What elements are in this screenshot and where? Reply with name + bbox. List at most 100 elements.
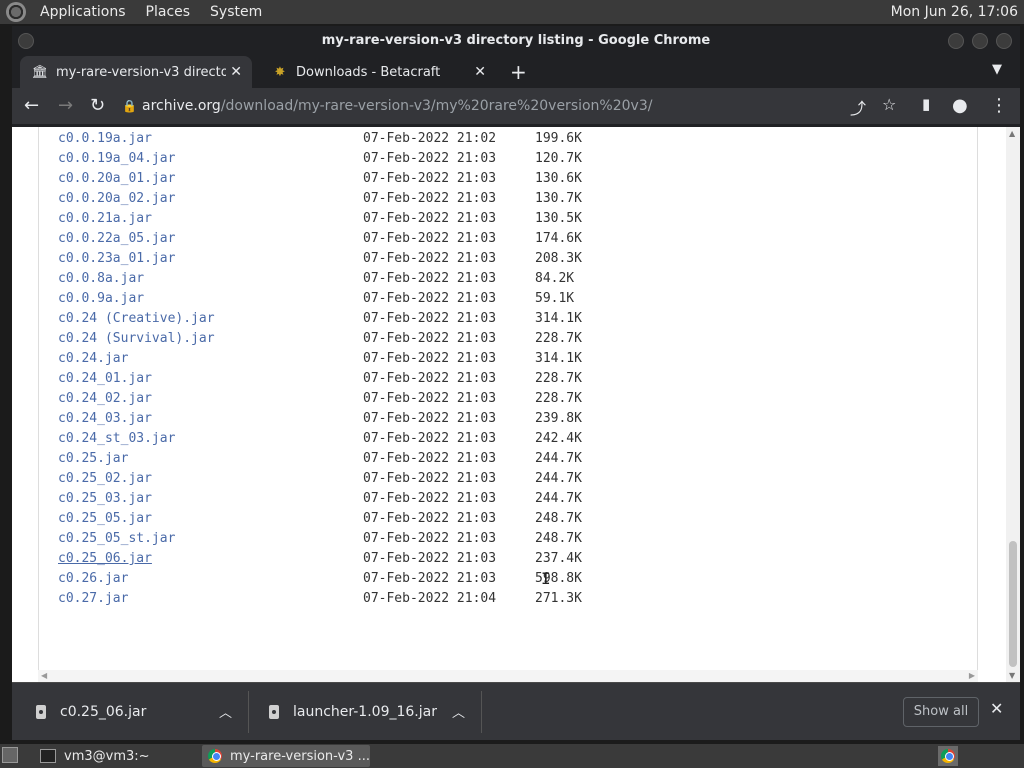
file-link[interactable]: c0.25_02.jar xyxy=(58,469,152,489)
file-link[interactable]: c0.0.19a_04.jar xyxy=(58,149,175,169)
file-size: 130.6K xyxy=(535,171,582,186)
forward-icon[interactable]: → xyxy=(58,95,73,116)
scroll-up-icon[interactable]: ▲ xyxy=(1009,129,1015,138)
share-icon[interactable]: ⤴ xyxy=(850,95,866,119)
download-item[interactable]: launcher-1.09_16.jar ︿ xyxy=(245,683,481,741)
toolbar: ← → ↻ 🔒 archive.org/download/my-rare-vers… xyxy=(12,88,1020,124)
file-date: 07-Feb-2022 21:03 xyxy=(363,211,497,226)
file-link[interactable]: c0.25_05.jar xyxy=(58,509,152,529)
task-chrome[interactable]: my-rare-version-v3 ... xyxy=(202,745,370,767)
scroll-right-icon[interactable]: ▶ xyxy=(969,671,975,680)
show-desktop-icon[interactable] xyxy=(2,747,18,763)
file-link[interactable]: c0.0.8a.jar xyxy=(58,269,144,289)
window-title: my-rare-version-v3 directory listing - G… xyxy=(321,33,711,48)
file-link[interactable]: c0.25_03.jar xyxy=(58,489,152,509)
file-size: 208.3K xyxy=(535,251,582,266)
task-terminal[interactable]: vm3@vm3:~ xyxy=(34,745,198,767)
file-link[interactable]: c0.25_05_st.jar xyxy=(58,529,175,549)
file-link[interactable]: c0.27.jar xyxy=(58,589,128,609)
file-date: 07-Feb-2022 21:03 xyxy=(363,511,497,526)
reload-icon[interactable]: ↻ xyxy=(90,95,105,116)
file-link[interactable]: c0.25_06.jar xyxy=(58,549,152,569)
betacraft-icon: ✸ xyxy=(274,64,286,80)
maximize-button[interactable] xyxy=(972,33,988,49)
window-menu-button[interactable] xyxy=(18,33,34,49)
close-tab-icon[interactable]: ✕ xyxy=(230,64,242,80)
chevron-up-icon[interactable]: ︿ xyxy=(219,702,232,721)
clock[interactable]: Mon Jun 26, 17:06 xyxy=(891,4,1018,20)
file-date: 07-Feb-2022 21:03 xyxy=(363,391,497,406)
file-link[interactable]: c0.0.23a_01.jar xyxy=(58,249,175,269)
show-all-button[interactable]: Show all xyxy=(903,697,979,727)
menu-kebab-icon[interactable]: ⋮ xyxy=(990,95,1008,116)
chevron-up-icon[interactable]: ︿ xyxy=(452,702,465,721)
close-icon[interactable]: ✕ xyxy=(990,699,1003,718)
file-date: 07-Feb-2022 21:03 xyxy=(363,371,497,386)
vertical-scrollbar[interactable]: ▲ ▼ xyxy=(1006,127,1020,682)
minimize-button[interactable] xyxy=(948,33,964,49)
tab-archive-listing[interactable]: 🏛 my-rare-version-v3 directory l ✕ xyxy=(20,56,252,88)
file-date: 07-Feb-2022 21:03 xyxy=(363,431,497,446)
file-size: 248.7K xyxy=(535,511,582,526)
file-date: 07-Feb-2022 21:03 xyxy=(363,471,497,486)
side-panel-icon[interactable]: ▮ xyxy=(922,95,930,113)
file-size: 248.7K xyxy=(535,531,582,546)
back-icon[interactable]: ← xyxy=(24,95,39,116)
file-link[interactable]: c0.0.21a.jar xyxy=(58,209,152,229)
chrome-window: my-rare-version-v3 directory listing - G… xyxy=(12,26,1020,740)
file-link[interactable]: c0.24_03.jar xyxy=(58,409,152,429)
horizontal-scrollbar[interactable]: ◀ ▶ xyxy=(38,670,978,682)
file-size: 244.7K xyxy=(535,471,582,486)
close-tab-icon[interactable]: ✕ xyxy=(474,64,486,80)
bookmark-star-icon[interactable]: ☆ xyxy=(882,95,896,114)
system-menu[interactable]: System xyxy=(204,4,268,20)
scrollbar-thumb[interactable] xyxy=(1009,541,1017,667)
file-size: 237.4K xyxy=(535,551,582,566)
profile-avatar-icon[interactable]: ● xyxy=(952,95,968,116)
file-date: 07-Feb-2022 21:04 xyxy=(363,591,497,606)
divider xyxy=(481,691,482,733)
system-panel: Applications Places System Mon Jun 26, 1… xyxy=(0,0,1024,24)
tab-search-chevron-icon[interactable]: ▼ xyxy=(992,62,1002,77)
file-size: 228.7K xyxy=(535,331,582,346)
page-content[interactable]: c0.0.19a.jar 07-Feb-2022 21:02 199.6K c0.0.… xyxy=(12,127,1020,682)
file-date: 07-Feb-2022 21:03 xyxy=(363,231,497,246)
file-link[interactable]: c0.24.jar xyxy=(58,349,128,369)
distro-logo-icon[interactable] xyxy=(6,2,26,22)
scroll-left-icon[interactable]: ◀ xyxy=(41,671,47,680)
file-date: 07-Feb-2022 21:03 xyxy=(363,331,497,346)
file-link[interactable]: c0.26.jar xyxy=(58,569,128,589)
file-link[interactable]: c0.24_01.jar xyxy=(58,369,152,389)
file-size: 199.6K xyxy=(535,131,582,146)
file-date: 07-Feb-2022 21:03 xyxy=(363,291,497,306)
file-date: 07-Feb-2022 21:03 xyxy=(363,151,497,166)
file-link[interactable]: c0.0.19a.jar xyxy=(58,129,152,149)
chrome-icon xyxy=(208,749,222,763)
tab-betacraft-downloads[interactable]: ✸ Downloads - Betacraft ✕ xyxy=(260,56,496,88)
download-filename: c0.25_06.jar xyxy=(60,704,147,720)
lock-icon[interactable]: 🔒 xyxy=(122,92,137,120)
file-link[interactable]: c0.0.22a_05.jar xyxy=(58,229,175,249)
tray-chrome-icon[interactable] xyxy=(938,746,958,766)
file-link[interactable]: c0.24 (Creative).jar xyxy=(58,309,215,329)
download-item[interactable]: c0.25_06.jar ︿ xyxy=(12,683,248,741)
applications-menu[interactable]: Applications xyxy=(34,4,132,20)
address-bar[interactable]: 🔒 archive.org/download/my-rare-version-v3… xyxy=(120,92,900,120)
file-link[interactable]: c0.0.9a.jar xyxy=(58,289,144,309)
new-tab-icon[interactable]: + xyxy=(510,60,527,84)
file-link[interactable]: c0.0.20a_02.jar xyxy=(58,189,175,209)
tab-title: Downloads - Betacraft xyxy=(296,64,441,80)
places-menu[interactable]: Places xyxy=(140,4,197,20)
file-link[interactable]: c0.25.jar xyxy=(58,449,128,469)
close-window-button[interactable] xyxy=(996,33,1012,49)
file-link[interactable]: c0.24_02.jar xyxy=(58,389,152,409)
file-size: 314.1K xyxy=(535,311,582,326)
file-date: 07-Feb-2022 21:03 xyxy=(363,411,497,426)
scroll-down-icon[interactable]: ▼ xyxy=(1009,671,1015,680)
window-titlebar[interactable]: my-rare-version-v3 directory listing - G… xyxy=(12,26,1020,56)
tab-title: my-rare-version-v3 directory l xyxy=(56,64,226,80)
file-link[interactable]: c0.24 (Survival).jar xyxy=(58,329,215,349)
file-size: 244.7K xyxy=(535,451,582,466)
file-link[interactable]: c0.24_st_03.jar xyxy=(58,429,175,449)
file-link[interactable]: c0.0.20a_01.jar xyxy=(58,169,175,189)
